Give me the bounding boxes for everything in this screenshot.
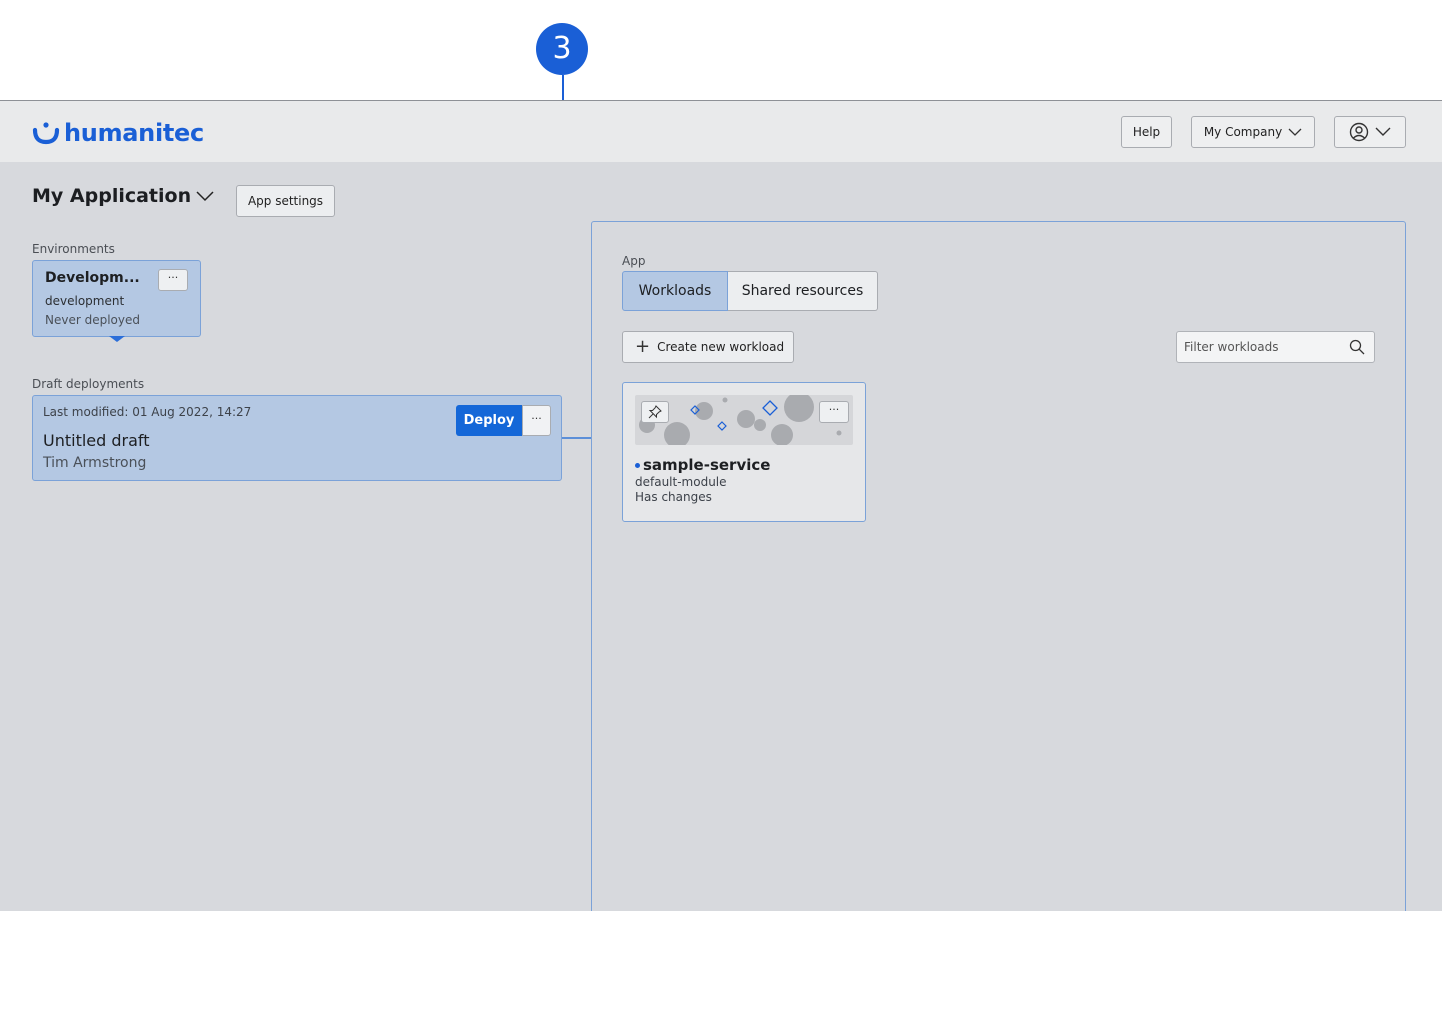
create-workload-label: Create new workload xyxy=(657,340,785,354)
draft-more-button[interactable]: ··· xyxy=(522,405,551,436)
workload-banner: ··· xyxy=(635,395,853,445)
app-title: My Application xyxy=(32,185,192,207)
changes-dot-icon xyxy=(635,462,640,468)
environment-card[interactable]: Developm... development Never deployed ·… xyxy=(32,260,201,337)
user-menu-button[interactable] xyxy=(1334,116,1406,148)
draft-panel-connector xyxy=(562,437,592,439)
search-icon[interactable] xyxy=(1349,339,1365,355)
tab-shared-resources[interactable]: Shared resources xyxy=(728,271,878,311)
help-label: Help xyxy=(1132,125,1161,139)
workload-more-button[interactable]: ··· xyxy=(819,401,849,423)
filter-workloads-input[interactable] xyxy=(1177,332,1342,362)
tab-workloads-label: Workloads xyxy=(638,283,712,299)
environment-more-button[interactable]: ··· xyxy=(158,269,188,291)
app-settings-button[interactable]: App settings xyxy=(236,185,335,217)
pin-icon xyxy=(648,405,662,419)
logo[interactable]: humanitec xyxy=(32,119,204,147)
panel-tabs: Workloads Shared resources xyxy=(622,271,878,311)
tab-workloads[interactable]: Workloads xyxy=(622,271,728,311)
plus-icon: + xyxy=(635,336,651,357)
deploy-label: Deploy xyxy=(463,413,515,428)
company-label: My Company xyxy=(1203,125,1283,139)
filter-workloads-field xyxy=(1176,331,1375,363)
tab-shared-resources-label: Shared resources xyxy=(741,283,864,299)
company-dropdown[interactable]: My Company xyxy=(1191,116,1315,148)
workload-card[interactable]: ··· sample-service default-module Has ch… xyxy=(622,382,866,522)
environment-status: Never deployed xyxy=(45,313,140,327)
workload-status: Has changes xyxy=(635,490,712,504)
chevron-down-icon xyxy=(1375,127,1391,136)
logo-text: humanitec xyxy=(64,119,204,147)
selected-environment-caret xyxy=(109,336,125,342)
workload-module: default-module xyxy=(635,475,727,489)
app-selector[interactable]: My Application xyxy=(32,185,215,207)
create-workload-button[interactable]: + Create new workload xyxy=(622,331,794,363)
panel-label: App xyxy=(622,254,646,268)
draft-deployments-label: Draft deployments xyxy=(32,377,145,391)
environment-name: Developm... xyxy=(45,270,140,286)
callout-badge: 3 xyxy=(536,23,588,75)
draft-author: Tim Armstrong xyxy=(43,455,147,471)
chevron-down-icon xyxy=(196,191,214,202)
app-panel: App Workloads Shared resources + Create … xyxy=(591,221,1406,911)
logo-mark-icon xyxy=(32,122,60,145)
help-button[interactable]: Help xyxy=(1121,116,1172,148)
app-settings-label: App settings xyxy=(247,194,324,208)
draft-title: Untitled draft xyxy=(43,431,150,450)
workload-title: sample-service xyxy=(635,456,770,474)
user-avatar-icon xyxy=(1349,122,1369,142)
workload-name: sample-service xyxy=(643,456,771,474)
chevron-down-icon xyxy=(1288,128,1302,136)
draft-last-modified: Last modified: 01 Aug 2022, 14:27 xyxy=(43,405,252,419)
environment-id: development xyxy=(45,294,125,308)
pin-button[interactable] xyxy=(641,401,669,423)
deploy-button[interactable]: Deploy xyxy=(456,405,522,436)
environments-label: Environments xyxy=(32,242,115,256)
draft-deployment-card[interactable]: Last modified: 01 Aug 2022, 14:27 Untitl… xyxy=(32,395,562,481)
top-bar: humanitec Help My Company xyxy=(0,101,1442,162)
app-window: humanitec Help My Company My Application xyxy=(0,100,1442,911)
